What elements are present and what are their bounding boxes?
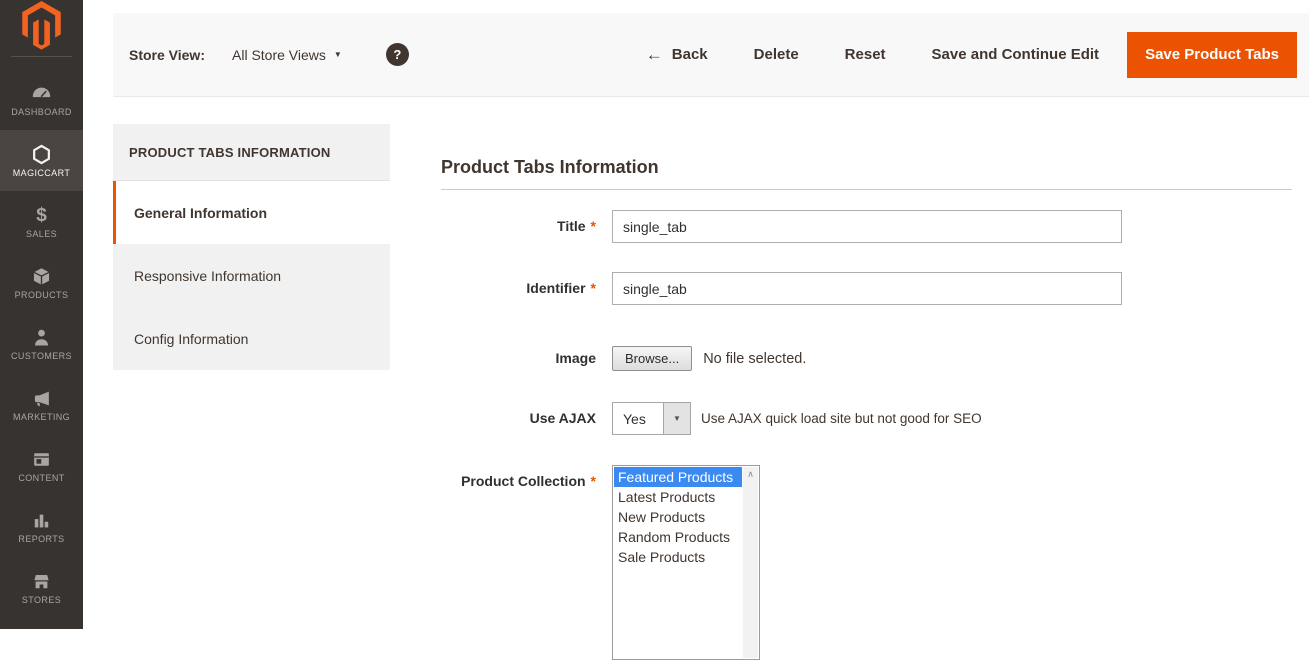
- listbox-option-sale[interactable]: Sale Products: [614, 547, 742, 567]
- title-input[interactable]: [612, 210, 1122, 243]
- customers-icon: [31, 326, 52, 349]
- store-view-label: Store View:: [129, 47, 205, 63]
- listbox-scrollbar[interactable]: ∧: [743, 467, 758, 658]
- page-toolbar: Store View: All Store Views ▼ ? ← Back D…: [113, 13, 1309, 97]
- image-row: Image Browse... No file selected.: [441, 342, 1292, 375]
- scroll-up-icon: ∧: [743, 467, 758, 482]
- file-status-text: No file selected.: [703, 351, 806, 367]
- section-tabs-panel: PRODUCT TABS INFORMATION General Informa…: [113, 124, 390, 370]
- admin-sidebar: DASHBOARD MAGICCART $ SALES PR: [0, 0, 83, 629]
- save-product-tabs-button[interactable]: Save Product Tabs: [1127, 32, 1297, 78]
- use-ajax-hint: Use AJAX quick load site but not good fo…: [701, 411, 982, 426]
- identifier-input[interactable]: [612, 272, 1122, 305]
- sidebar-item-label: MARKETING: [13, 412, 70, 422]
- reports-icon: [31, 509, 52, 532]
- sidebar-item-customers[interactable]: CUSTOMERS: [0, 313, 83, 374]
- tab-responsive-information[interactable]: Responsive Information: [113, 244, 390, 307]
- sidebar-item-label: SALES: [26, 229, 57, 239]
- page-title: Product Tabs Information: [441, 140, 1292, 178]
- sidebar-item-reports[interactable]: REPORTS: [0, 496, 83, 557]
- listbox-option-latest[interactable]: Latest Products: [614, 487, 742, 507]
- tabs-panel-header: PRODUCT TABS INFORMATION: [113, 124, 390, 181]
- sidebar-item-label: REPORTS: [18, 534, 64, 544]
- store-view-value: All Store Views: [232, 47, 326, 63]
- use-ajax-select[interactable]: Yes ▼: [612, 402, 691, 435]
- listbox-option-random[interactable]: Random Products: [614, 527, 742, 547]
- back-arrow-icon: ←: [646, 45, 663, 65]
- listbox-option-featured[interactable]: Featured Products: [614, 467, 742, 487]
- title-divider: [441, 189, 1292, 190]
- stores-icon: [31, 570, 52, 593]
- product-collection-row: Product Collection* Featured Products La…: [441, 465, 1292, 660]
- dashboard-icon: [31, 82, 52, 105]
- sidebar-nav: DASHBOARD MAGICCART $ SALES PR: [0, 69, 83, 618]
- product-collection-label: Product Collection*: [441, 465, 596, 660]
- use-ajax-value: Yes: [613, 403, 663, 434]
- required-mark: *: [591, 280, 596, 296]
- product-tabs-form: Title* Identifier* Image Browse... No fi…: [441, 210, 1292, 660]
- title-label: Title*: [441, 210, 596, 243]
- required-mark: *: [591, 218, 596, 234]
- magento-logo[interactable]: [0, 0, 83, 56]
- magiccart-icon: [31, 143, 52, 166]
- sidebar-item-sales[interactable]: $ SALES: [0, 191, 83, 252]
- identifier-label: Identifier*: [441, 272, 596, 305]
- sidebar-item-dashboard[interactable]: DASHBOARD: [0, 69, 83, 130]
- sidebar-item-label: PRODUCTS: [15, 290, 69, 300]
- sidebar-item-label: CONTENT: [18, 473, 64, 483]
- store-view-selector[interactable]: All Store Views ▼: [232, 47, 342, 63]
- tab-general-information[interactable]: General Information: [113, 181, 390, 244]
- help-icon[interactable]: ?: [386, 43, 409, 66]
- required-mark: *: [591, 473, 596, 489]
- chevron-down-icon: ▼: [334, 50, 342, 59]
- reset-button[interactable]: Reset: [845, 46, 886, 63]
- delete-button[interactable]: Delete: [754, 46, 799, 63]
- sidebar-item-label: MAGICCART: [13, 168, 70, 178]
- product-collection-listbox[interactable]: Featured Products Latest Products New Pr…: [612, 465, 760, 660]
- save-and-continue-button[interactable]: Save and Continue Edit: [932, 46, 1100, 63]
- use-ajax-row: Use AJAX Yes ▼ Use AJAX quick load site …: [441, 402, 1292, 435]
- identifier-row: Identifier*: [441, 272, 1292, 305]
- sidebar-item-label: DASHBOARD: [11, 107, 72, 117]
- sidebar-item-stores[interactable]: STORES: [0, 557, 83, 618]
- sidebar-divider: [11, 56, 72, 57]
- title-row: Title*: [441, 210, 1292, 243]
- browse-button[interactable]: Browse...: [612, 346, 692, 371]
- magento-logo-icon: [20, 1, 63, 55]
- sales-icon: $: [36, 204, 47, 227]
- use-ajax-label: Use AJAX: [441, 402, 596, 435]
- image-label: Image: [441, 342, 596, 375]
- content-icon: [31, 448, 52, 471]
- sidebar-item-label: CUSTOMERS: [11, 351, 72, 361]
- main-content: Product Tabs Information Title* Identifi…: [441, 140, 1292, 660]
- tab-config-information[interactable]: Config Information: [113, 307, 390, 370]
- sidebar-item-magiccart[interactable]: MAGICCART: [0, 130, 83, 191]
- select-caret-icon: ▼: [663, 403, 690, 434]
- toolbar-actions: ← Back Delete Reset Save and Continue Ed…: [646, 32, 1297, 78]
- sidebar-item-label: STORES: [22, 595, 61, 605]
- listbox-option-new[interactable]: New Products: [614, 507, 742, 527]
- products-icon: [31, 265, 52, 288]
- sidebar-item-marketing[interactable]: MARKETING: [0, 374, 83, 435]
- marketing-icon: [31, 387, 52, 410]
- back-button[interactable]: ← Back: [646, 45, 708, 65]
- sidebar-item-products[interactable]: PRODUCTS: [0, 252, 83, 313]
- sidebar-item-content[interactable]: CONTENT: [0, 435, 83, 496]
